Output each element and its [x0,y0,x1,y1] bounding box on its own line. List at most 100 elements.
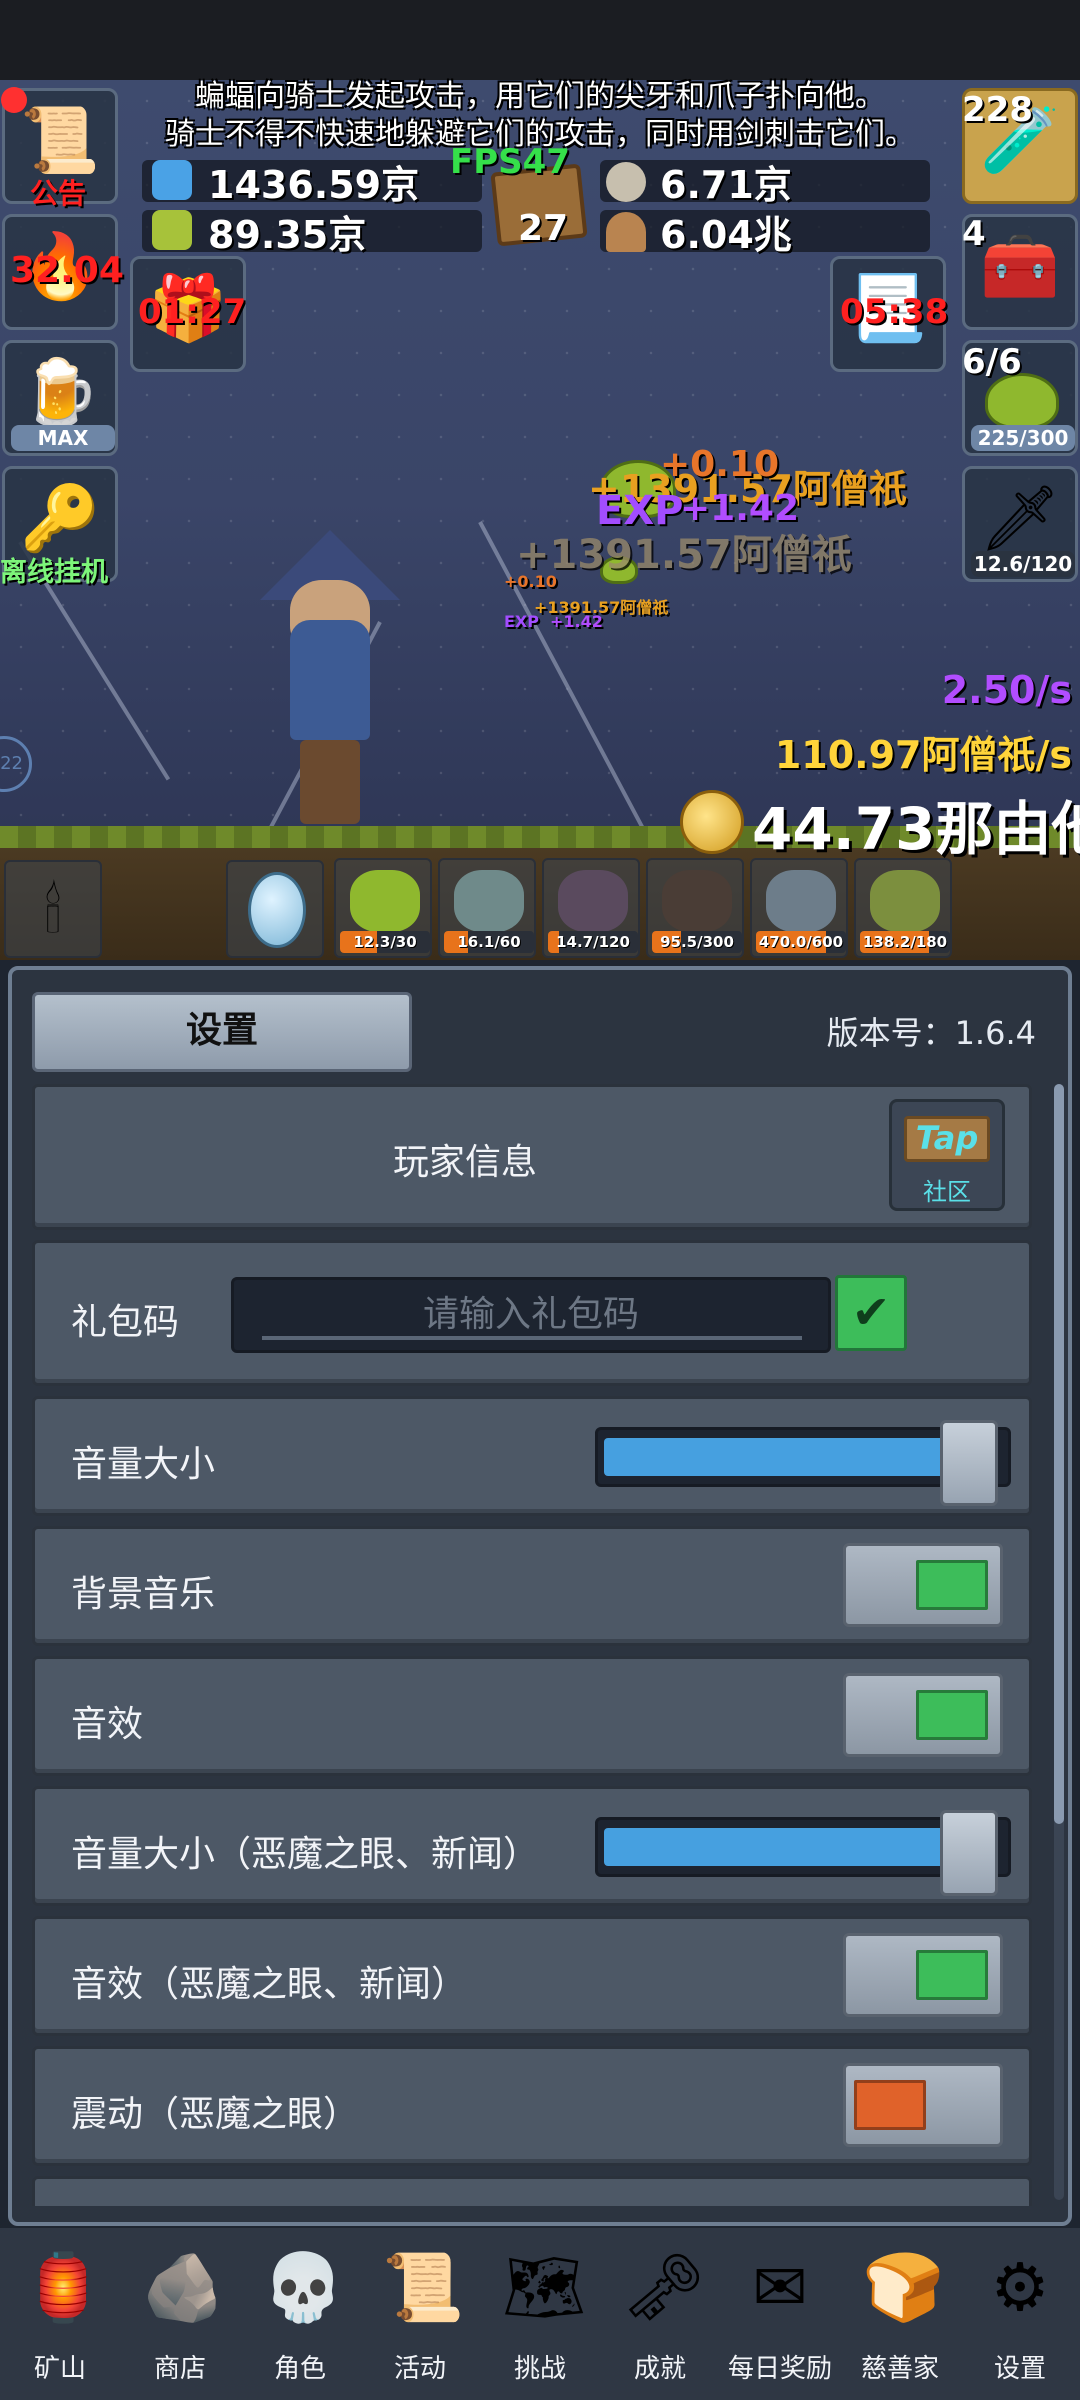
chest-timer: 01:27 [138,292,247,332]
nav-item-3[interactable]: 📜 活动 [360,2236,480,2396]
bgm-row: 背景音乐 [32,1526,1032,1646]
map-icon: 🗺 [502,2249,586,2326]
green-potion-icon [152,210,192,250]
next-settings-row [32,2176,1032,2206]
green-potion-amount: 89.35京 [208,213,367,257]
gold-coin-icon [680,790,744,854]
volume-slider[interactable] [595,1420,1011,1506]
sfx-toggle[interactable] [843,1673,1003,1757]
nav-item-1[interactable]: 🪨 商店 [120,2236,240,2396]
blue-potion-icon [152,160,192,200]
potion-count: 228 [962,90,1033,130]
volume-demon-eye-row: 音量大小（恶魔之眼、新闻） [32,1786,1032,1906]
sfx-toggle-knob [916,1690,988,1740]
candle-slot[interactable]: 🕯 [4,860,102,958]
volume-slider-knob[interactable] [940,1420,998,1506]
gear-icon: ⚙ [990,2249,1050,2326]
player-info-row[interactable]: 玩家信息 Tap 社区 [32,1084,1032,1230]
bread-icon: 🍞 [862,2249,945,2326]
chest-count: 4 [962,214,986,254]
gift-code-row: 礼包码 请输入礼包码 ✔ [32,1240,1032,1386]
bottom-nav: 🏮 矿山 🪨 商店 💀 角色 📜 活动 🗺 挑战 🗝 成就 ✉ 每日奖励 🍞 慈善家 ⚙ 设置 [0,2228,1080,2400]
sword-progress: 12.6/120 [971,551,1075,577]
volume-demon-eye-label: 音量大小（恶魔之眼、新闻） [71,1834,540,1875]
notification-dot [1,87,27,113]
settings-scrollbar[interactable] [1054,1084,1064,2200]
monster-progress-bar: 14.7/120 [548,931,638,953]
mug-icon: 🍺 [20,356,100,430]
monster-strip: 12.3/30 16.1/60 14.7/120 95.5/300 470.0/600 1… [334,858,1080,958]
monster-slot[interactable]: 14.7/120 [542,858,640,958]
monster-slot[interactable]: 138.2/180 [854,858,952,958]
monster-progress-bar: 95.5/300 [652,931,742,953]
nav-item-2[interactable]: 💀 角色 [240,2236,360,2396]
monster-slot[interactable]: 16.1/60 [438,858,536,958]
volume-label: 音量大小 [71,1444,216,1485]
bgm-label: 背景音乐 [71,1574,216,1615]
monster-progress-bar: 16.1/60 [444,931,534,953]
nav-item-4[interactable]: 🗺 挑战 [480,2236,600,2396]
version-text: 版本号：1.6.4 [826,1014,1036,1052]
witch-character [290,620,370,740]
settings-list[interactable]: 玩家信息 Tap 社区 礼包码 请输入礼包码 ✔ 音量大小 背景音乐 音效 音量… [32,1084,1044,2206]
monster-progress-label: 95.5/300 [660,933,734,951]
tap-sign-icon: Tap [904,1116,990,1162]
offline-idle-label: 离线挂机 [0,557,108,588]
key-icon: 🔑 [20,482,100,556]
egg-icon [248,872,306,948]
sfx-row: 音效 [32,1656,1032,1776]
monster-progress-bar: 12.3/30 [340,931,430,953]
candle-icon: 🕯 [44,877,62,947]
nav-label: 活动 [393,2354,446,2384]
monster-progress-bar: 138.2/180 [860,931,950,953]
nav-label: 每日奖励 [727,2354,832,2384]
notice-label: 公告 [30,177,87,210]
sfx-label: 音效 [71,1704,144,1745]
gift-code-underline [262,1336,802,1340]
tap-community-button[interactable]: Tap 社区 [889,1099,1005,1211]
sfx-demon-eye-toggle[interactable] [843,1933,1003,2017]
nav-item-8[interactable]: ⚙ 设置 [960,2236,1080,2396]
gift-code-confirm-button[interactable]: ✔ [835,1275,907,1351]
nav-label: 设置 [993,2354,1046,2384]
monster-icon [870,870,940,932]
egg-slot[interactable] [226,860,324,958]
mug-max-label: MAX [11,425,115,451]
slime-progress: 225/300 [971,425,1075,451]
nav-item-0[interactable]: 🏮 矿山 [0,2236,120,2396]
gift-code-input[interactable]: 请输入礼包码 [231,1277,831,1353]
mug-button[interactable]: 🍺 MAX [2,340,118,456]
blue-potion-amount: 1436.59京 [208,163,420,207]
key-icon: 🗝 [622,2249,706,2326]
float-exp-text: +1.42 [680,488,799,529]
monster-slot[interactable]: 470.0/600 [750,858,848,958]
monster-slot[interactable]: 12.3/30 [334,858,432,958]
tab-settings[interactable]: 设置 [32,992,412,1072]
lantern-icon: 🏮 [22,2249,105,2326]
volume-demon-eye-slider[interactable] [595,1810,1011,1896]
sword-button[interactable]: 🗡 12.6/120 [962,466,1078,582]
tap-community-label: 社区 [923,1178,971,1206]
volume-demon-eye-slider-fill [604,1828,975,1866]
vibration-toggle-knob [854,2080,926,2130]
monster-slot[interactable]: 95.5/300 [646,858,744,958]
nav-label: 慈善家 [860,2354,939,2384]
shell-icon [606,212,646,252]
monster-progress-label: 12.3/30 [353,933,417,951]
nav-item-6[interactable]: ✉ 每日奖励 [720,2236,840,2396]
slime-count: 6/6 [962,342,1022,382]
nav-item-7[interactable]: 🍞 慈善家 [840,2236,960,2396]
status-bar [0,0,1080,80]
nav-item-5[interactable]: 🗝 成就 [600,2236,720,2396]
skull-icon: 💀 [262,2249,345,2326]
nav-label: 商店 [153,2354,206,2384]
shell-amount: 6.04兆 [660,213,792,257]
vibration-toggle[interactable] [843,2063,1003,2147]
volume-slider-fill [604,1438,975,1476]
fps-counter: FPS47 [450,142,570,182]
vibration-row: 震动（恶魔之眼） [32,2046,1032,2166]
volume-demon-eye-slider-knob[interactable] [940,1810,998,1896]
bgm-toggle[interactable] [843,1543,1003,1627]
settings-scroll-thumb[interactable] [1054,1084,1064,1824]
stone-tablet-icon: 🪨 [142,2249,225,2326]
